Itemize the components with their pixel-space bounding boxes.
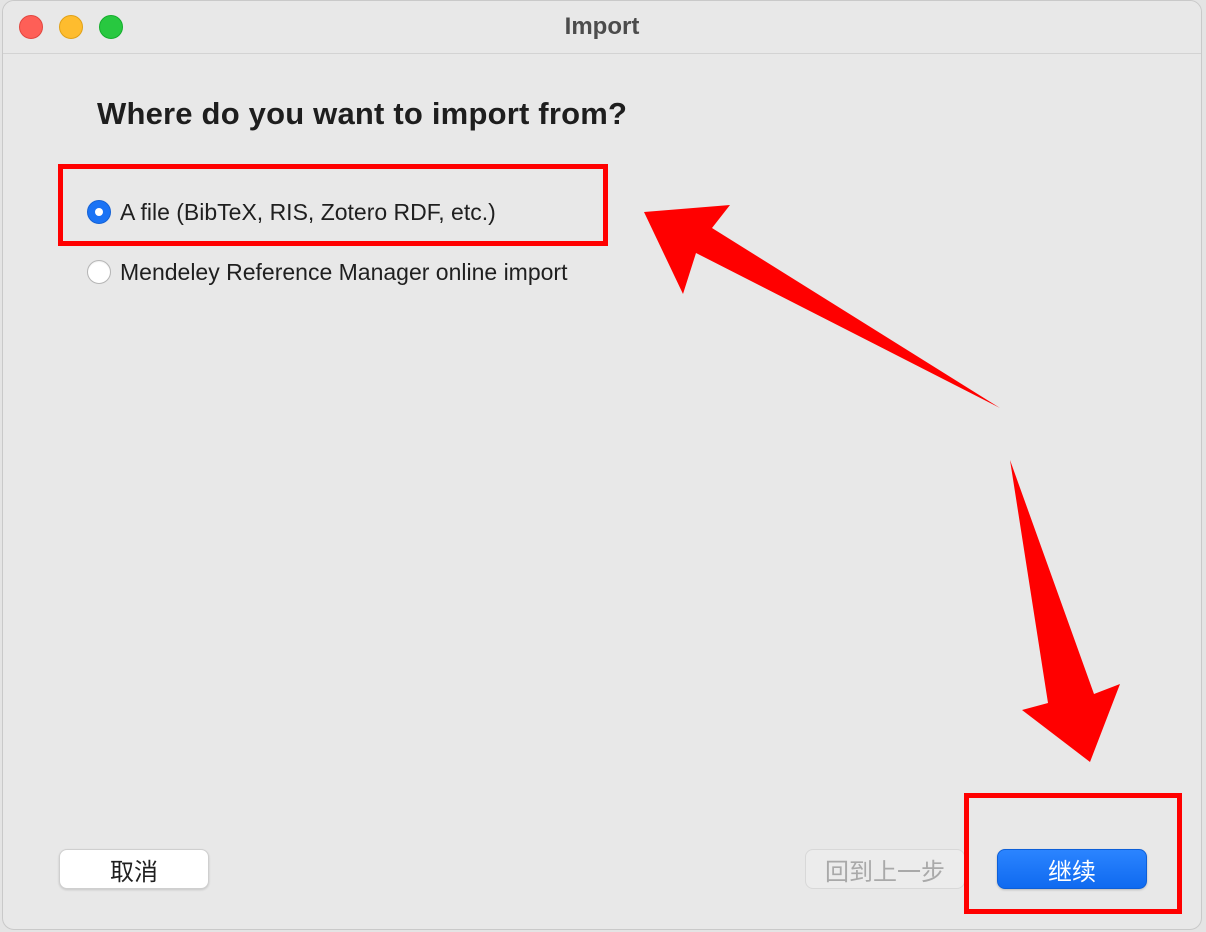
title-bar: Import	[3, 1, 1201, 54]
highlight-box-continue	[964, 793, 1182, 914]
wizard-question: Where do you want to import from?	[97, 96, 628, 131]
back-button: 回到上一步	[805, 849, 965, 889]
import-window: Import Where do you want to import from?…	[2, 0, 1202, 930]
option-mendeley-import[interactable]: Mendeley Reference Manager online import	[87, 257, 567, 287]
window-title: Import	[564, 13, 640, 40]
radio-unselected-icon[interactable]	[87, 260, 111, 284]
cancel-button[interactable]: 取消	[59, 849, 209, 889]
option-label: Mendeley Reference Manager online import	[120, 258, 568, 285]
highlight-box-file-option	[58, 164, 608, 246]
